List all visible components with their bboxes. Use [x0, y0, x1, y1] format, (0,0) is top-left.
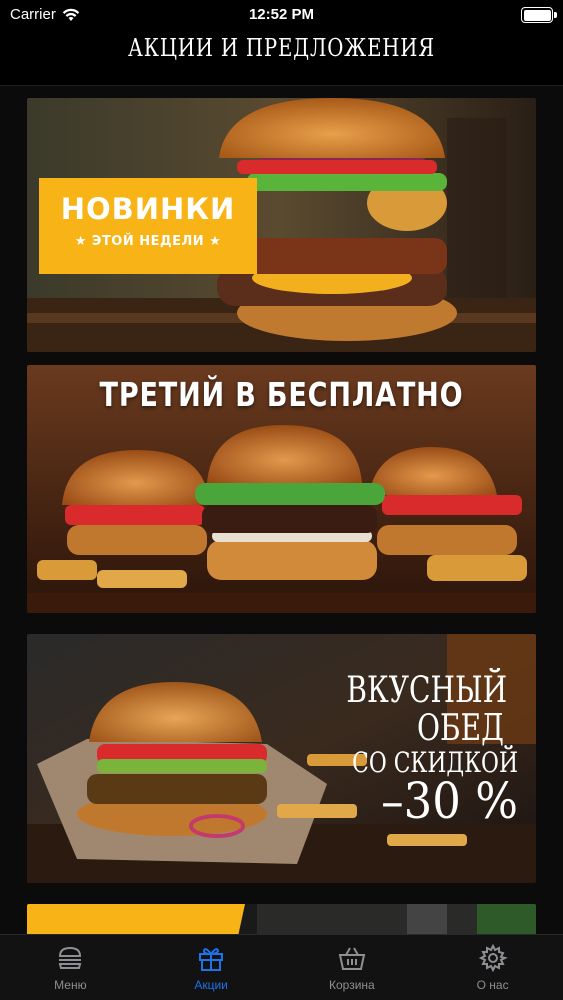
promo-banner-partial[interactable]	[27, 904, 536, 934]
badge-title: НОВИНКИ	[60, 192, 236, 226]
clock: 12:52 PM	[248, 6, 315, 23]
promo-banner-third-free[interactable]: ТРЕТИЙ В БЕСПЛАТНО	[27, 365, 536, 613]
promo-banner-lunch-discount[interactable]: ВКУСНЫЙ ОБЕД СО СКИДКОЙ –30 %	[27, 634, 536, 883]
tab-menu[interactable]: Меню	[0, 935, 141, 1000]
tab-cart[interactable]: Корзина	[282, 935, 423, 1000]
tab-label: Акции	[194, 978, 228, 992]
tab-promotions[interactable]: Акции	[141, 935, 282, 1000]
tab-label: Корзина	[329, 978, 375, 992]
new-items-badge: НОВИНКИ ★ ЭТОЙ НЕДЕЛИ ★	[39, 178, 257, 274]
promo-list[interactable]: НОВИНКИ ★ ЭТОЙ НЕДЕЛИ ★ ТРЕТИЙ В БЕСПЛАТ…	[0, 86, 563, 934]
status-bar: Carrier 12:52 PM	[0, 0, 563, 32]
gift-icon	[199, 948, 224, 971]
partial-banner-photo	[27, 904, 536, 934]
burger-icon	[59, 946, 82, 969]
tab-about[interactable]: О нас	[422, 935, 563, 1000]
discount-percent: –30 %	[381, 771, 518, 830]
banner-line-1: ВКУСНЫЙ	[346, 670, 508, 711]
promo-banner-new-items[interactable]: НОВИНКИ ★ ЭТОЙ НЕДЕЛИ ★	[27, 98, 536, 352]
page-title: АКЦИИ И ПРЕДЛОЖЕНИЯ	[128, 34, 435, 62]
gear-icon	[478, 943, 508, 973]
tab-label: Меню	[54, 978, 87, 992]
badge-subtitle: ★ ЭТОЙ НЕДЕЛИ ★	[74, 234, 222, 249]
tab-bar: Меню Акции Корзина О нас	[0, 934, 563, 1000]
lunch-discount-text: ВКУСНЫЙ ОБЕД СО СКИДКОЙ –30 %	[298, 672, 518, 827]
tab-label: О нас	[476, 978, 509, 992]
basket-icon	[338, 947, 366, 970]
battery-icon	[521, 7, 557, 23]
banner-line-2: ОБЕД	[416, 707, 504, 749]
banner-title: ТРЕТИЙ В БЕСПЛАТНО	[99, 375, 464, 414]
